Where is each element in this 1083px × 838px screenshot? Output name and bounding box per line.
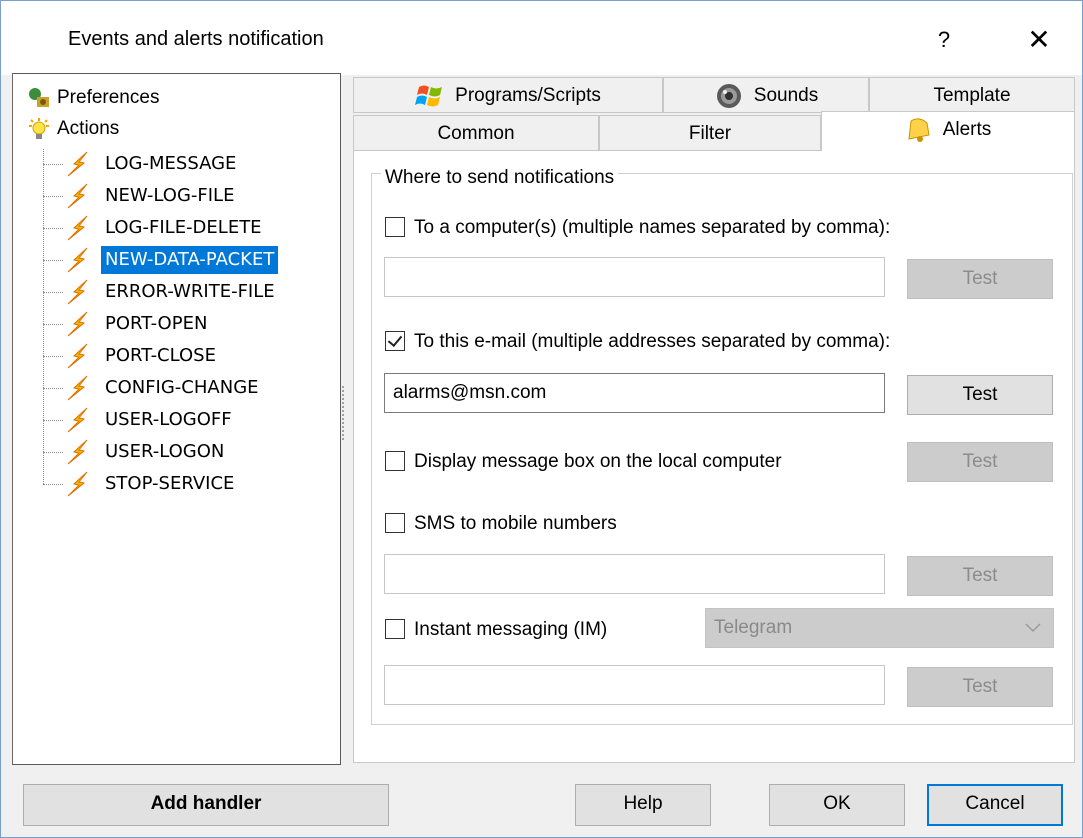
- lightning-bolt-icon: [67, 343, 88, 369]
- window-title: Events and alerts notification: [68, 28, 324, 50]
- tree-item-port-open[interactable]: PORT-OPEN: [43, 308, 333, 340]
- lightning-bolt-icon: [67, 183, 88, 209]
- test-message-box-button[interactable]: Test: [907, 442, 1053, 482]
- checkbox-box: [385, 217, 405, 237]
- tree-connector: [43, 356, 63, 357]
- checkbox-box: [385, 451, 405, 471]
- tab-label: Template: [933, 85, 1011, 106]
- tab-label: Alerts: [942, 119, 992, 140]
- checkbox-box-checked: [385, 331, 405, 351]
- lightning-bolt-icon: [67, 407, 88, 433]
- checkbox-label: To a computer(s) (multiple names separat…: [414, 217, 891, 238]
- lightning-bolt-icon: [67, 311, 88, 337]
- computer-names-input[interactable]: [384, 257, 885, 297]
- group-label: Where to send notifications: [381, 167, 619, 189]
- tree-connector: [43, 228, 63, 229]
- tree-connector: [43, 420, 63, 421]
- handler-tree[interactable]: Preferences Actions LOG-MESSAGE NEW-LOG-…: [12, 73, 341, 765]
- speaker-icon: [716, 83, 741, 108]
- tab-label: Sounds: [753, 85, 819, 106]
- tree-connector: [43, 164, 63, 165]
- tab-filter[interactable]: Filter: [599, 115, 821, 151]
- tree-item-label: USER-LOGOFF: [105, 409, 232, 430]
- close-button[interactable]: ✕: [1019, 23, 1059, 57]
- tree-connector: [43, 292, 63, 293]
- tree-item-label: CONFIG-CHANGE: [105, 377, 259, 398]
- chevron-down-icon: [1025, 623, 1041, 633]
- test-sms-button[interactable]: Test: [907, 556, 1053, 596]
- tree-item-label: PORT-CLOSE: [105, 345, 216, 366]
- tab-label: Programs/Scripts: [455, 85, 601, 106]
- windows-logo-icon: [415, 85, 443, 107]
- tree-connector: [43, 484, 63, 485]
- bell-icon: [908, 118, 930, 142]
- im-contacts-input[interactable]: [384, 665, 885, 705]
- tree-item-label: NEW-DATA-PACKET: [101, 246, 279, 274]
- lightning-bolt-icon: [67, 215, 88, 241]
- lightbulb-icon: [29, 118, 49, 139]
- test-im-button[interactable]: Test: [907, 667, 1053, 707]
- checkbox-label: Instant messaging (IM): [414, 619, 608, 640]
- tree-item-stop-service[interactable]: STOP-SERVICE: [43, 468, 333, 500]
- tab-programs-scripts[interactable]: Programs/Scripts: [353, 77, 663, 113]
- tree-item-label: LOG-FILE-DELETE: [105, 217, 262, 238]
- tree-item-error-write-file[interactable]: ERROR-WRITE-FILE: [43, 276, 333, 308]
- tab-sounds[interactable]: Sounds: [663, 77, 869, 113]
- tree-item-label: LOG-MESSAGE: [105, 153, 237, 174]
- preferences-icon: [29, 88, 49, 107]
- tree-item-label: Actions: [57, 118, 120, 139]
- tree-connector: [43, 324, 63, 325]
- sms-numbers-input[interactable]: [384, 554, 885, 594]
- tree-connector: [43, 196, 63, 197]
- cancel-button[interactable]: Cancel: [927, 784, 1063, 826]
- help-title-button[interactable]: ?: [929, 23, 959, 57]
- checkbox-box: [385, 513, 405, 533]
- tree-item-label: Preferences: [57, 87, 160, 108]
- tree-item-config-change[interactable]: CONFIG-CHANGE: [43, 372, 333, 404]
- title-bar: Events and alerts notification ? ✕: [1, 1, 1082, 75]
- tree-item-new-data-packet[interactable]: NEW-DATA-PACKET: [43, 244, 333, 276]
- checkbox-label: To this e-mail (multiple addresses separ…: [414, 331, 891, 352]
- tree-item-label: STOP-SERVICE: [105, 473, 235, 494]
- lightning-bolt-icon: [67, 375, 88, 401]
- tree-item-user-logon[interactable]: USER-LOGON: [43, 436, 333, 468]
- tree-item-label: USER-LOGON: [105, 441, 225, 462]
- tree-connector: [43, 388, 63, 389]
- checkbox-box: [385, 619, 405, 639]
- tab-alerts[interactable]: Alerts: [821, 111, 1075, 151]
- tab-template[interactable]: Template: [869, 77, 1075, 113]
- im-service-value: Telegram: [714, 617, 793, 638]
- pane-splitter[interactable]: [342, 386, 348, 440]
- tree-item-new-log-file[interactable]: NEW-LOG-FILE: [43, 180, 333, 212]
- im-service-select[interactable]: Telegram: [705, 608, 1054, 648]
- tree-item-log-message[interactable]: LOG-MESSAGE: [43, 148, 333, 180]
- checkbox-label: SMS to mobile numbers: [414, 513, 617, 534]
- help-button[interactable]: Help: [575, 784, 711, 826]
- tree-item-port-close[interactable]: PORT-CLOSE: [43, 340, 333, 372]
- test-email-button[interactable]: Test: [907, 375, 1053, 415]
- tree-item-user-logoff[interactable]: USER-LOGOFF: [43, 404, 333, 436]
- lightning-bolt-icon: [67, 151, 88, 177]
- ok-button[interactable]: OK: [769, 784, 905, 826]
- tab-common[interactable]: Common: [353, 115, 599, 151]
- tree-item-label: ERROR-WRITE-FILE: [105, 281, 275, 302]
- dialog-window: Events and alerts notification ? ✕ Prefe…: [0, 0, 1083, 838]
- lightning-bolt-icon: [67, 247, 88, 273]
- lightning-bolt-icon: [67, 279, 88, 305]
- lightning-bolt-icon: [67, 439, 88, 465]
- checkbox-label: Display message box on the local compute…: [414, 451, 782, 472]
- tree-item-label: PORT-OPEN: [105, 313, 208, 334]
- test-computer-button[interactable]: Test: [907, 259, 1053, 299]
- tab-label: Common: [437, 123, 515, 144]
- add-handler-button[interactable]: Add handler: [23, 784, 389, 826]
- tab-label: Filter: [688, 123, 732, 144]
- email-input[interactable]: alarms@msn.com: [384, 373, 885, 413]
- tree-connector: [43, 260, 63, 261]
- lightning-bolt-icon: [67, 471, 88, 497]
- tree-item-log-file-delete[interactable]: LOG-FILE-DELETE: [43, 212, 333, 244]
- tree-connector: [43, 452, 63, 453]
- tree-item-label: NEW-LOG-FILE: [105, 185, 235, 206]
